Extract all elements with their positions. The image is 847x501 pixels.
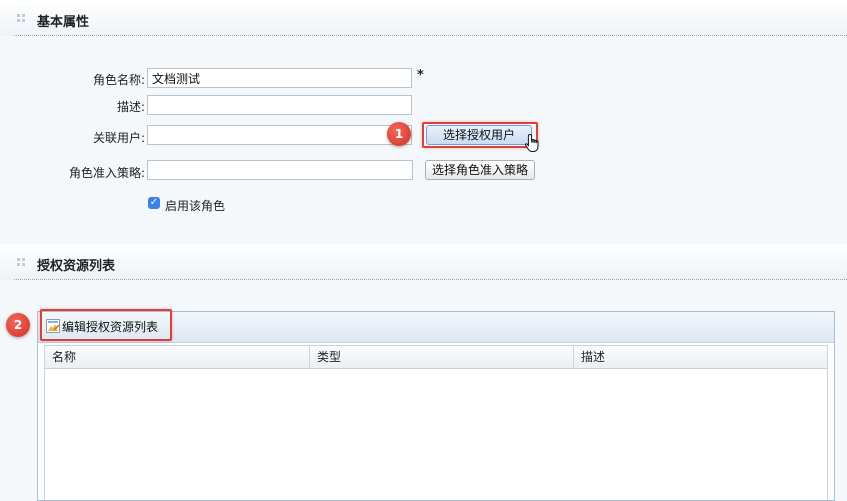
hand-cursor-icon	[524, 133, 539, 152]
description-input[interactable]	[147, 95, 412, 115]
drag-grip-icon	[17, 258, 25, 266]
column-header-type[interactable]: 类型	[309, 346, 573, 368]
table-header: 名称 类型 描述	[45, 346, 827, 369]
column-header-description[interactable]: 描述	[573, 346, 831, 368]
description-label: 描述:	[116, 100, 145, 114]
enable-role-checkbox[interactable]: ✓	[148, 197, 160, 209]
role-name-input[interactable]	[147, 68, 412, 88]
highlight-box	[40, 309, 172, 341]
required-mark: *	[417, 68, 424, 83]
callout-badge-1: 1	[387, 122, 411, 146]
role-name-label: 角色名称:	[92, 73, 145, 87]
section-title: 授权资源列表	[37, 259, 116, 274]
callout-badge-2: 2	[6, 313, 30, 337]
select-authorized-users-button[interactable]: 选择授权用户	[426, 125, 532, 145]
linked-users-input[interactable]	[147, 125, 412, 145]
section-title: 基本属性	[37, 15, 90, 30]
column-header-name[interactable]: 名称	[45, 346, 309, 368]
enable-role-label: 启用该角色	[165, 199, 226, 213]
basic-section-header: 基本属性	[0, 0, 847, 36]
drag-grip-icon	[17, 14, 25, 22]
access-policy-label: 角色准入策略:	[68, 166, 145, 180]
access-policy-input[interactable]	[147, 160, 413, 180]
linked-users-label: 关联用户:	[92, 131, 145, 145]
resource-section-header: 授权资源列表	[0, 244, 847, 280]
resource-table: 名称 类型 描述	[44, 345, 828, 500]
select-access-policy-button[interactable]: 选择角色准入策略	[425, 160, 535, 180]
